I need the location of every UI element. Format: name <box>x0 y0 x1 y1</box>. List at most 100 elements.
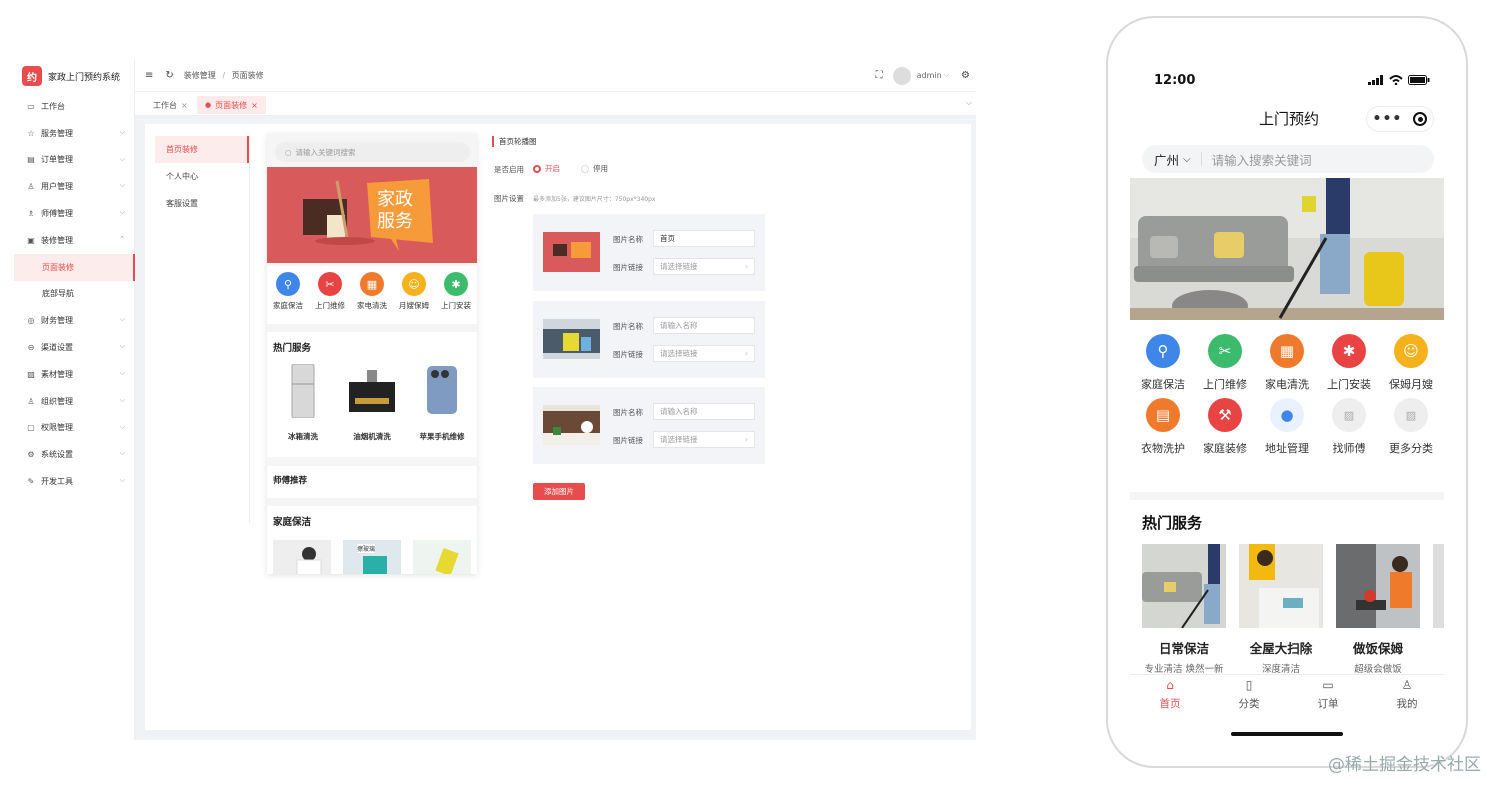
hot-service-card[interactable]: 全屋大扫除 深度清洁 <box>1239 544 1323 675</box>
hot-item[interactable] <box>283 363 323 422</box>
tab-dropdown-icon[interactable]: ⌵ <box>966 98 972 108</box>
radio-on[interactable]: 开启 <box>533 163 560 174</box>
section-title: 热门服务 <box>273 343 312 354</box>
subnav-item-1[interactable]: 个人中心 <box>155 163 249 190</box>
menu-toggle-icon[interactable]: ≡ <box>145 70 153 81</box>
sidebar-item-9[interactable]: ⊖ 渠道设置 ⌵ <box>14 334 135 361</box>
category-item-5[interactable]: ▤ 衣物洗护 <box>1132 398 1194 456</box>
capsule-menu[interactable]: ••• <box>1366 106 1434 132</box>
chevron-down-icon: ⌵ <box>119 181 125 190</box>
chevron-down-icon: ⌵ <box>119 449 125 458</box>
iphone-image <box>427 366 457 414</box>
phone-frame: 12:00 上门预约 ••• 广州 ⌵ 请输入搜索关键词 ⚲ 家庭保洁 ✂ 上门… <box>1106 16 1468 768</box>
hammer-icon: ⚒ <box>1208 398 1242 432</box>
city-selector[interactable]: 广州 ⌵ <box>1154 150 1191 169</box>
nav-item-3[interactable]: ♙ 我的 <box>1382 678 1432 711</box>
banner-thumbnail[interactable] <box>543 405 600 445</box>
cleaning-image[interactable]: 擦玻璃 <box>343 540 401 574</box>
category-item-9[interactable]: ▨ 更多分类 <box>1380 398 1442 456</box>
banner-thumbnail[interactable] <box>543 232 600 272</box>
category-item-7[interactable]: ● 地址管理 <box>1256 398 1318 456</box>
image-link-select[interactable]: 请选择链接 › <box>653 431 755 448</box>
cleaning-image[interactable] <box>413 540 471 574</box>
hot-service-card[interactable]: 日常保洁 专业清洁 焕然一新 <box>1142 544 1226 675</box>
image-name-input[interactable]: 请输入名称 <box>653 403 755 420</box>
service-image <box>1336 544 1420 628</box>
service-image <box>1239 544 1323 628</box>
image-name-input[interactable]: 请输入名称 <box>653 317 755 334</box>
sidebar-item-10[interactable]: ▨ 素材管理 ⌵ <box>14 361 135 388</box>
sidebar-item-6[interactable]: 页面装修 <box>14 253 135 281</box>
subnav-item-2[interactable]: 客服设置 <box>155 190 249 217</box>
breadcrumb: 装修管理 / 页面装修 <box>183 71 264 80</box>
close-icon[interactable]: × <box>251 101 258 110</box>
sidebar-item-13[interactable]: ⚙ 系统设置 ⌵ <box>14 441 135 468</box>
image-name-input[interactable]: 首页 <box>653 230 755 247</box>
order-icon: ▤ <box>27 155 35 165</box>
signal-icon <box>1368 75 1383 85</box>
image-link-select[interactable]: 请选择链接 › <box>653 345 755 362</box>
banner-thumbnail[interactable] <box>543 319 600 359</box>
tab-page-decoration[interactable]: ● 页面装修 × <box>197 96 266 114</box>
sidebar-item-8[interactable]: ◎ 财务管理 ⌵ <box>14 307 135 334</box>
preview-category-3[interactable]: ☺ 月嫂保姆 <box>399 272 429 324</box>
user-name[interactable]: admin <box>917 71 942 80</box>
chevron-right-icon: › <box>745 349 748 358</box>
preview-category-2[interactable]: ▦ 家电清洗 <box>357 272 387 324</box>
avatar[interactable] <box>892 66 911 85</box>
nav-item-2[interactable]: ▭ 订单 <box>1303 678 1353 711</box>
nav-item-0[interactable]: ⌂ 首页 <box>1145 678 1195 711</box>
category-item-3[interactable]: ✱ 上门安装 <box>1318 334 1380 392</box>
app-logo: 约 家政上门预约系统 <box>22 66 120 86</box>
add-image-button[interactable]: 添加图片 <box>533 483 585 500</box>
close-icon[interactable]: × <box>181 101 188 110</box>
category-item-1[interactable]: ✂ 上门维修 <box>1194 334 1256 392</box>
preview-category-1[interactable]: ✂ 上门维修 <box>315 272 345 324</box>
sidebar-item-11[interactable]: ♙ 组织管理 ⌵ <box>14 388 135 415</box>
preview-category-0[interactable]: ⚲ 家庭保洁 <box>273 272 303 324</box>
sidebar-item-12[interactable]: ▢ 权限管理 ⌵ <box>14 415 135 442</box>
sidebar-item-3[interactable]: ♙ 用户管理 ⌵ <box>14 173 135 200</box>
fullscreen-icon[interactable]: ⛶ <box>876 70 883 81</box>
hot-item[interactable] <box>347 370 397 418</box>
tab-workbench[interactable]: 工作台 × <box>145 96 196 114</box>
app-title: 家政上门预约系统 <box>48 72 121 83</box>
hot-item[interactable] <box>425 366 459 418</box>
search-bar[interactable]: 广州 ⌵ 请输入搜索关键词 <box>1142 145 1434 173</box>
refresh-icon[interactable]: ↻ <box>165 70 173 81</box>
sidebar-item-4[interactable]: ♗ 师傅管理 ⌵ <box>14 200 135 227</box>
category-item-4[interactable]: ☺ 保姆月嫂 <box>1380 334 1442 392</box>
breadcrumb-item[interactable]: 装修管理 <box>184 71 216 80</box>
hero-banner[interactable] <box>1130 178 1444 320</box>
radio-off[interactable]: 停用 <box>581 163 608 174</box>
profile-icon: ♙ <box>1401 678 1413 692</box>
category-item-0[interactable]: ⚲ 家庭保洁 <box>1132 334 1194 392</box>
nav-item-1[interactable]: ▯ 分类 <box>1224 678 1274 711</box>
sidebar-item-0[interactable]: ▭ 工作台 <box>14 93 135 120</box>
banner-illustration <box>267 167 477 263</box>
more-dots-icon[interactable]: ••• <box>1373 111 1403 127</box>
preview-search-bar[interactable]: ○ 请输入关键词搜索 <box>275 142 470 162</box>
category-item-8[interactable]: ▨ 找师傅 <box>1318 398 1380 456</box>
sidebar-item-5[interactable]: ▣ 装修管理 ⌃ <box>14 227 135 254</box>
chevron-down-icon[interactable]: ⌵ <box>944 71 949 80</box>
monitor-icon: ▭ <box>27 101 35 111</box>
sidebar-item-2[interactable]: ▤ 订单管理 ⌵ <box>14 147 135 174</box>
subnav-item-0[interactable]: 首页装修 <box>155 136 249 163</box>
search-input[interactable]: 请输入搜索关键词 <box>1212 150 1312 169</box>
sidebar-item-7[interactable]: 底部导航 <box>14 281 135 308</box>
sidebar-item-1[interactable]: ☆ 服务管理 ⌵ <box>14 120 135 147</box>
hot-service-card[interactable]: 做饭保姆 超级会做饭 <box>1336 544 1420 675</box>
image-link-select[interactable]: 请选择链接 › <box>653 258 755 275</box>
sidebar-item-label: 师傅管理 <box>41 209 73 219</box>
preview-banner[interactable]: 家政 服务 <box>267 167 477 263</box>
category-item-6[interactable]: ⚒ 家庭装修 <box>1194 398 1256 456</box>
settings-gear-icon[interactable]: ⚙ <box>961 70 970 81</box>
cleaning-image[interactable] <box>273 540 331 574</box>
sidebar-item-14[interactable]: ✎ 开发工具 ⌵ <box>14 468 135 495</box>
form-section-title: 首页轮播图 <box>492 136 537 147</box>
target-circle-icon[interactable] <box>1413 112 1428 126</box>
category-icon: ⚲ <box>276 272 300 296</box>
category-item-2[interactable]: ▦ 家电清洗 <box>1256 334 1318 392</box>
preview-category-4[interactable]: ✱ 上门安装 <box>441 272 471 324</box>
